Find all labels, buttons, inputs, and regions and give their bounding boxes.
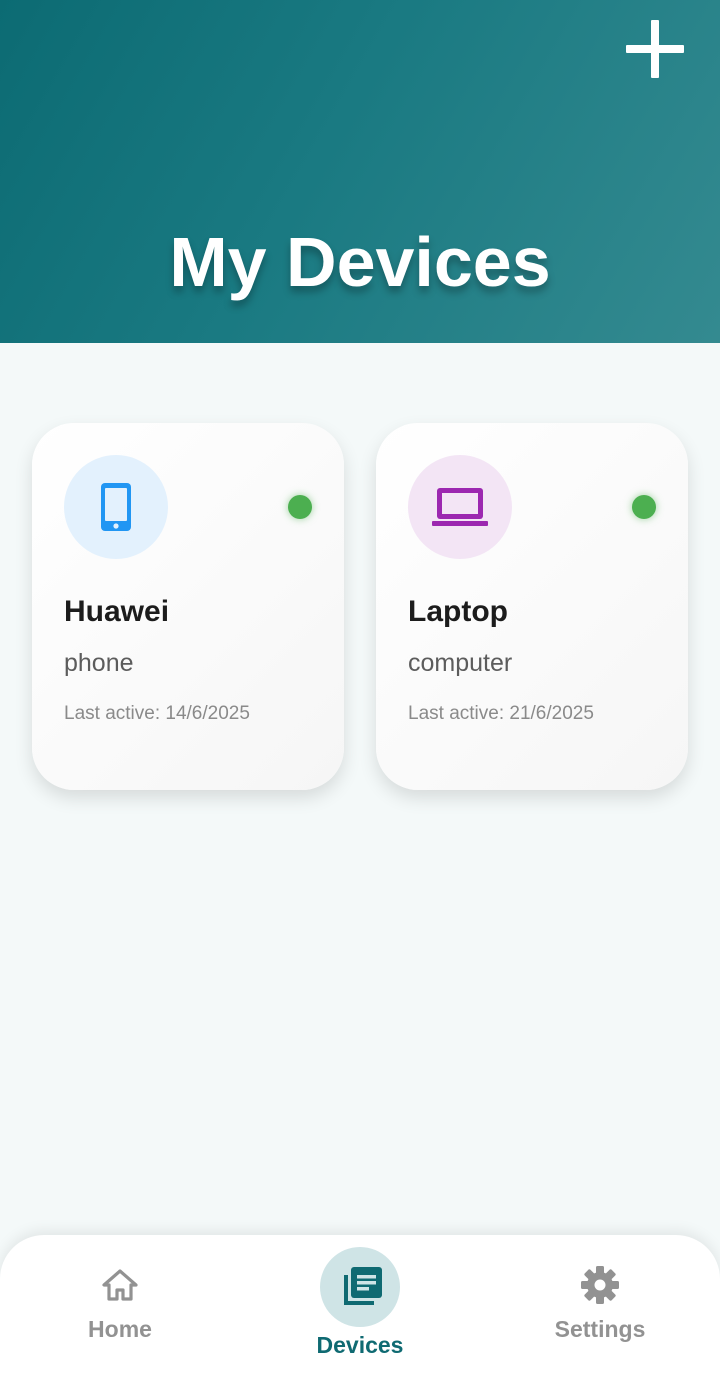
status-online-dot <box>288 495 312 519</box>
device-name: Huawei <box>64 595 170 628</box>
device-type: phone <box>64 649 134 677</box>
nav-item-home[interactable]: Home <box>0 1235 240 1375</box>
last-active: Last active: 21/6/2025 <box>408 703 594 724</box>
smartphone-icon <box>101 483 131 531</box>
header: My Devices <box>0 0 720 343</box>
device-icon-circle <box>64 455 168 559</box>
nav-active-indicator <box>320 1247 400 1327</box>
device-card-huawei[interactable]: Huawei phone Last active: 14/6/2025 <box>32 423 344 790</box>
device-card-laptop[interactable]: Laptop computer Last active: 21/6/2025 <box>376 423 688 790</box>
library-books-icon <box>344 1267 382 1305</box>
nav-item-devices[interactable]: Devices <box>240 1235 480 1375</box>
page-title: My Devices <box>169 223 551 301</box>
nav-label-home: Home <box>88 1316 152 1342</box>
bottom-navigation: Home Devices Settings <box>0 1235 720 1375</box>
gear-icon <box>581 1266 619 1304</box>
nav-item-settings[interactable]: Settings <box>480 1235 720 1375</box>
laptop-icon <box>432 488 488 526</box>
add-device-button[interactable] <box>624 18 686 80</box>
device-type: computer <box>408 649 513 677</box>
last-active: Last active: 14/6/2025 <box>64 703 250 724</box>
status-online-dot <box>632 495 656 519</box>
device-name: Laptop <box>408 595 508 628</box>
nav-label-devices: Devices <box>316 1332 404 1358</box>
nav-label-settings: Settings <box>554 1316 646 1342</box>
device-icon-circle <box>408 455 512 559</box>
home-icon <box>102 1269 138 1301</box>
